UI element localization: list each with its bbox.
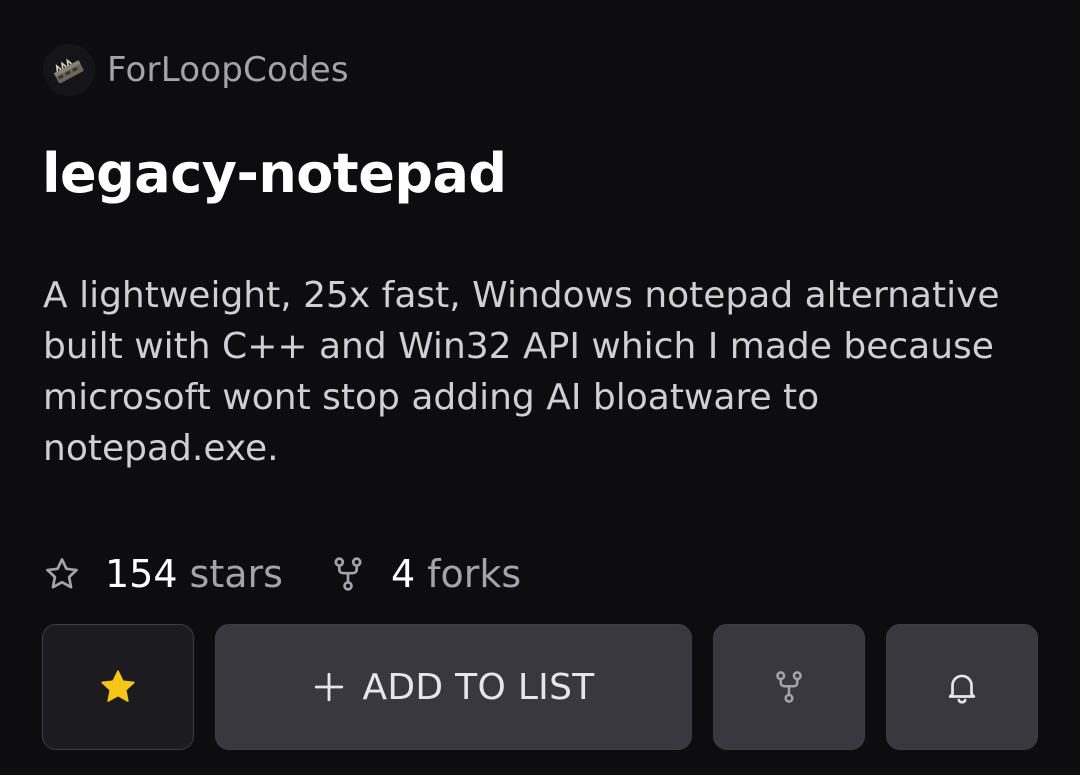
bell-icon bbox=[948, 674, 976, 704]
repo-title: legacy-notepad bbox=[42, 142, 507, 205]
add-to-list-label: ADD TO LIST bbox=[362, 666, 595, 708]
star-filled-icon bbox=[101, 670, 135, 702]
plus-icon bbox=[315, 672, 344, 702]
forks-label: forks bbox=[427, 552, 522, 596]
fork-icon bbox=[776, 671, 802, 703]
watch-button[interactable] bbox=[886, 624, 1038, 750]
star-outline-icon bbox=[46, 558, 78, 589]
stars-label: stars bbox=[189, 552, 283, 596]
owner-row[interactable]: ForLoopCodes bbox=[43, 44, 349, 96]
stats-row: 154 stars 4 forks bbox=[43, 548, 521, 600]
owner-name[interactable]: ForLoopCodes bbox=[107, 50, 349, 90]
avatar-image bbox=[43, 44, 95, 96]
repo-description: A lightweight, 25x fast, Windows notepad… bbox=[43, 275, 1000, 469]
fork-button[interactable] bbox=[713, 624, 865, 750]
add-to-list-button[interactable]: ADD TO LIST bbox=[215, 624, 692, 750]
forks-stat[interactable]: 4 forks bbox=[329, 552, 521, 596]
forks-count: 4 bbox=[390, 552, 416, 596]
owner-avatar[interactable] bbox=[43, 44, 95, 96]
repo-card: ForLoopCodes legacy-notepad A lightweigh… bbox=[0, 0, 1080, 775]
stars-stat[interactable]: 154 stars bbox=[43, 552, 283, 596]
stars-count: 154 bbox=[105, 552, 178, 596]
fork-icon bbox=[334, 557, 362, 591]
star-button[interactable] bbox=[42, 624, 194, 750]
